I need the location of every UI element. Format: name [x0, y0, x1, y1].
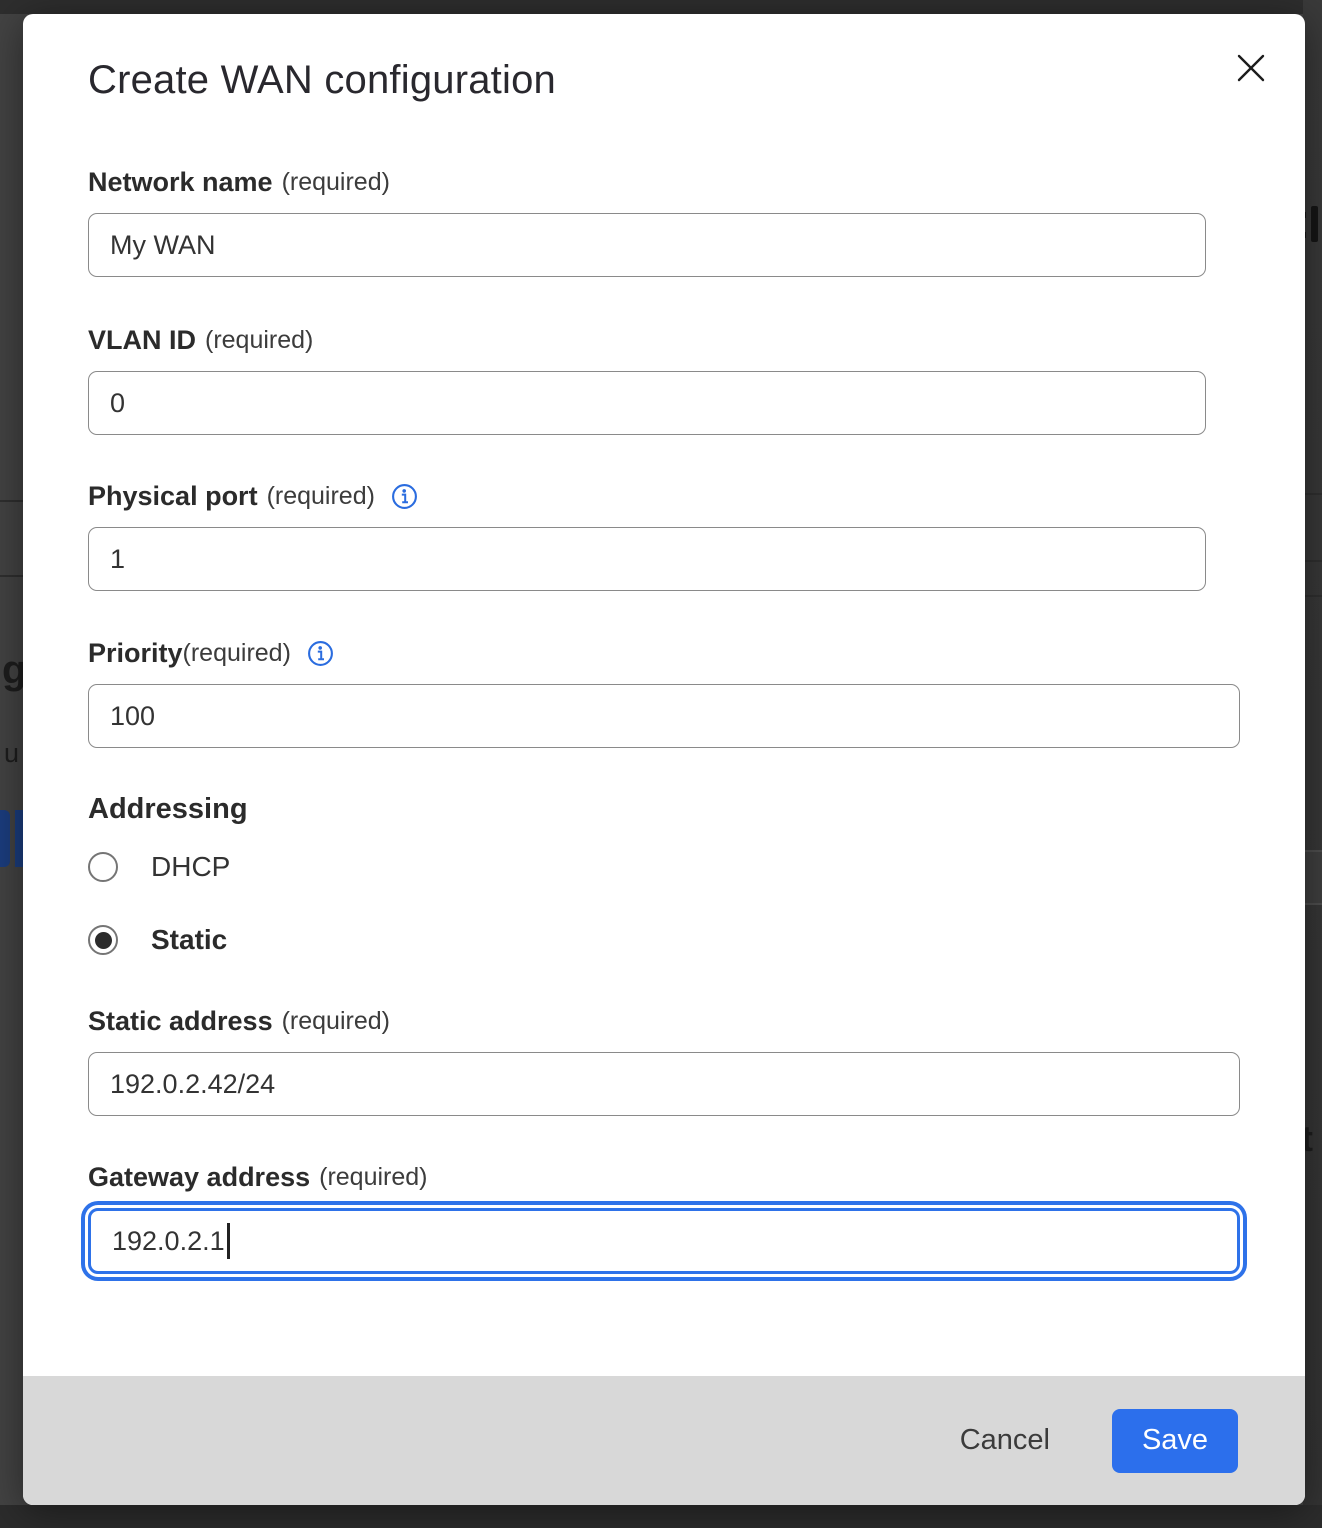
dialog-title: Create WAN configuration	[88, 58, 1305, 103]
required-hint: (required)	[282, 1004, 390, 1038]
info-icon[interactable]	[307, 640, 334, 667]
vlan-id-input[interactable]: 0	[88, 371, 1206, 435]
required-hint: (required)	[205, 323, 313, 357]
backdrop-table-line	[1303, 493, 1322, 495]
input-value: 0	[110, 388, 125, 419]
field-label-text: Network name	[88, 165, 273, 199]
priority-label: Priority (required)	[88, 636, 1305, 670]
field-label-text: Physical port	[88, 479, 258, 513]
input-value: 192.0.2.1	[112, 1226, 225, 1257]
backdrop-bottom-strip	[0, 1505, 1322, 1528]
static-address-label: Static address (required)	[88, 1004, 1305, 1038]
input-value: 192.0.2.42/24	[110, 1069, 275, 1100]
create-wan-configuration-dialog: Create WAN configuration Network name (r…	[23, 14, 1305, 1505]
radio-unchecked-icon	[88, 852, 118, 882]
physical-port-input[interactable]: 1	[88, 527, 1206, 591]
required-hint: (required)	[183, 636, 291, 670]
physical-port-label: Physical port (required)	[88, 479, 1305, 513]
backdrop-text-mark	[1311, 206, 1318, 242]
radio-option-label: Static	[151, 924, 227, 956]
backdrop-text-fragment: u	[4, 738, 23, 769]
backdrop-table-line	[1303, 560, 1322, 562]
field-label-text: Gateway address	[88, 1160, 310, 1194]
cancel-button[interactable]: Cancel	[946, 1414, 1064, 1467]
field-label-text: Static address	[88, 1004, 273, 1038]
network-name-label: Network name (required)	[88, 165, 1305, 199]
radio-option-dhcp[interactable]: DHCP	[88, 851, 1305, 883]
network-name-input[interactable]: My WAN	[88, 213, 1206, 277]
gateway-address-input[interactable]: 192.0.2.1	[88, 1208, 1240, 1274]
addressing-heading: Addressing	[88, 791, 1305, 827]
backdrop-table-line	[1303, 595, 1322, 597]
input-value: 1	[110, 544, 125, 575]
gateway-address-label: Gateway address (required)	[88, 1160, 1305, 1194]
backdrop-table-line	[0, 575, 23, 577]
radio-checked-icon	[88, 925, 118, 955]
field-label-text: VLAN ID	[88, 323, 196, 357]
input-value: My WAN	[110, 230, 215, 261]
backdrop-blue-button-fragment	[15, 810, 23, 867]
input-value: 100	[110, 701, 155, 732]
required-hint: (required)	[267, 479, 375, 513]
vlan-id-label: VLAN ID (required)	[88, 323, 1305, 357]
backdrop-table-line	[0, 500, 23, 502]
info-icon[interactable]	[391, 483, 418, 510]
static-address-input[interactable]: 192.0.2.42/24	[88, 1052, 1240, 1116]
required-hint: (required)	[319, 1160, 427, 1194]
save-button[interactable]: Save	[1112, 1409, 1238, 1473]
backdrop-top-strip	[0, 0, 1322, 14]
backdrop-blue-button-fragment	[0, 810, 10, 867]
radio-option-static[interactable]: Static	[88, 924, 1305, 956]
required-hint: (required)	[282, 165, 390, 199]
backdrop-heading-fragment: gu	[2, 648, 24, 693]
text-cursor	[227, 1223, 230, 1259]
backdrop-panel-fragment	[1303, 850, 1322, 905]
radio-option-label: DHCP	[151, 851, 230, 883]
priority-input[interactable]: 100	[88, 684, 1240, 748]
dialog-footer: Cancel Save	[23, 1376, 1305, 1505]
field-label-text: Priority	[88, 636, 183, 670]
